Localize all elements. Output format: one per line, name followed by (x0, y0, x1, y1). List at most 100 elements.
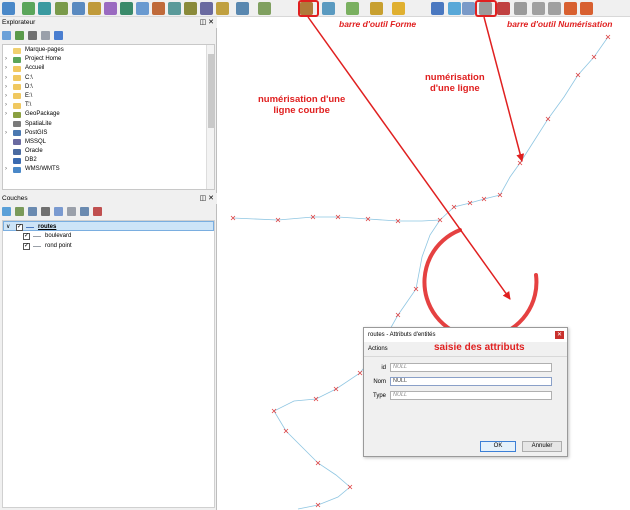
panel-float-close-icons[interactable]: ◫ ✕ (200, 193, 214, 204)
identify-icon[interactable] (216, 2, 229, 15)
add-plugin-icon[interactable] (200, 2, 213, 15)
add-circular-string-icon[interactable] (258, 2, 271, 15)
add-selected-icon[interactable] (2, 31, 11, 40)
cancel-button[interactable]: Annuler (522, 441, 562, 452)
layer-visibility-checkbox[interactable]: ✓ (23, 242, 30, 250)
vertex-marker[interactable] (517, 160, 523, 166)
vertex-marker[interactable] (395, 312, 401, 318)
redo-icon[interactable] (580, 2, 593, 15)
forme-toolbar-highlight (298, 0, 319, 17)
browser-item[interactable]: › T:\ (3, 101, 214, 110)
layer-item[interactable]: ✓ boulevard (3, 231, 214, 241)
add-wfs-layer-icon[interactable] (152, 2, 165, 15)
collapse-all-icon[interactable] (79, 207, 89, 216)
paste-features-icon[interactable] (548, 2, 561, 15)
attribute-input[interactable]: NULL (390, 363, 552, 372)
vertex-marker[interactable] (271, 408, 277, 414)
browser-item[interactable]: › E:\ (3, 92, 214, 101)
add-polygon-icon[interactable] (322, 2, 335, 15)
collapse-all-icon[interactable] (40, 31, 50, 40)
add-raster-layer-icon[interactable] (72, 2, 85, 15)
browser-scrollbar[interactable] (206, 45, 214, 189)
browser-item[interactable]: › C:\ (3, 74, 214, 83)
add-point-shape-icon[interactable] (346, 2, 359, 15)
edit-pencil-icon[interactable] (392, 2, 405, 15)
copy-features-icon[interactable] (532, 2, 545, 15)
add-virtual-layer-icon[interactable] (168, 2, 181, 15)
expand-arrow-icon[interactable]: › (5, 101, 7, 110)
add-mesh-layer-icon[interactable] (184, 2, 197, 15)
vertex-marker[interactable] (283, 428, 289, 434)
browser-item[interactable]: Oracle (3, 147, 214, 156)
filter-legend-icon[interactable] (40, 207, 50, 216)
dialog-actions-tab[interactable]: Actions (368, 346, 388, 352)
attribute-input[interactable]: NULL (390, 377, 552, 386)
filter-expression-icon[interactable] (53, 207, 63, 216)
browser-item[interactable]: SpatiaLite (3, 120, 214, 129)
panel-float-close-icons[interactable]: ◫ ✕ (200, 17, 214, 28)
select-feature-icon[interactable] (236, 2, 249, 15)
delete-selected-icon[interactable] (497, 2, 510, 15)
line-layer-icon (26, 226, 34, 228)
browser-item[interactable]: › D:\ (3, 83, 214, 92)
curve-digitizing-arc (422, 228, 539, 341)
vertex-marker[interactable] (605, 34, 611, 40)
attribute-input[interactable]: NULL (390, 391, 552, 400)
expand-arrow-icon[interactable]: › (5, 64, 7, 73)
expand-all-icon[interactable] (66, 207, 76, 216)
save-edits-icon[interactable] (431, 2, 444, 15)
toggle-editing-icon[interactable] (370, 2, 383, 15)
expand-arrow-icon[interactable]: › (5, 165, 7, 174)
add-group-icon[interactable] (14, 207, 24, 216)
layer-visibility-checkbox[interactable]: ✓ (16, 223, 23, 231)
new-project-icon[interactable] (2, 2, 15, 15)
open-project-icon[interactable] (22, 2, 35, 15)
save-project-icon[interactable] (38, 2, 51, 15)
vertex-marker[interactable] (357, 370, 363, 376)
expand-arrow-icon[interactable]: › (5, 55, 7, 64)
vertex-tool-icon[interactable] (462, 2, 475, 15)
undo-icon[interactable] (564, 2, 577, 15)
ok-button[interactable]: OK (480, 441, 516, 452)
close-icon[interactable]: ✕ (555, 331, 564, 339)
vertex-marker[interactable] (347, 484, 353, 490)
add-line-feature-icon[interactable] (448, 2, 461, 15)
add-wms-layer-icon[interactable] (136, 2, 149, 15)
browser-item[interactable]: › GeoPackage (3, 110, 214, 119)
browser-item[interactable]: › Accueil (3, 64, 214, 73)
browser-item[interactable]: MSSQL (3, 138, 214, 147)
refresh-icon[interactable] (14, 31, 24, 40)
vertex-marker[interactable] (333, 386, 339, 392)
expand-arrow-icon[interactable]: › (5, 92, 7, 101)
vertex-marker[interactable] (575, 72, 581, 78)
postgis-icon (13, 130, 21, 137)
browser-item[interactable]: › WMS/WMTS (3, 165, 214, 174)
add-postgis-layer-icon[interactable] (104, 2, 117, 15)
expand-arrow-icon[interactable]: › (5, 110, 7, 119)
add-spatialite-layer-icon[interactable] (120, 2, 133, 15)
browser-item-label: D:\ (25, 83, 33, 90)
info-icon[interactable] (53, 31, 63, 40)
expand-arrow-icon[interactable]: › (5, 83, 7, 92)
browser-item[interactable]: DB2 (3, 156, 214, 165)
cut-features-icon[interactable] (514, 2, 527, 15)
manage-themes-icon[interactable] (27, 207, 37, 216)
browser-item[interactable]: Marque-pages (3, 46, 214, 55)
filter-icon[interactable] (27, 31, 37, 40)
vertex-marker[interactable] (591, 54, 597, 60)
remove-layer-icon[interactable] (92, 207, 102, 216)
layer-style-icon[interactable] (2, 207, 11, 216)
expand-arrow-icon[interactable]: › (5, 129, 7, 138)
add-vector-layer-icon[interactable] (55, 2, 68, 15)
vertex-marker[interactable] (545, 116, 551, 122)
browser-item[interactable]: › PostGIS (3, 129, 214, 138)
layer-item[interactable]: ∨ ✓ routes (3, 221, 214, 231)
add-csv-layer-icon[interactable] (88, 2, 101, 15)
layer-visibility-checkbox[interactable]: ✓ (23, 232, 30, 240)
layers-tree[interactable]: ∨ ✓ routes ✓ boulevard ✓ rond point (2, 220, 215, 508)
browser-item[interactable]: › Project Home (3, 55, 214, 64)
expand-arrow-icon[interactable]: › (5, 74, 7, 83)
browser-tree[interactable]: Marque-pages › Project Home › Accueil › C:\ › D:… (2, 44, 215, 190)
vertex-marker[interactable] (315, 460, 321, 466)
layer-item[interactable]: ✓ rond point (3, 241, 214, 251)
